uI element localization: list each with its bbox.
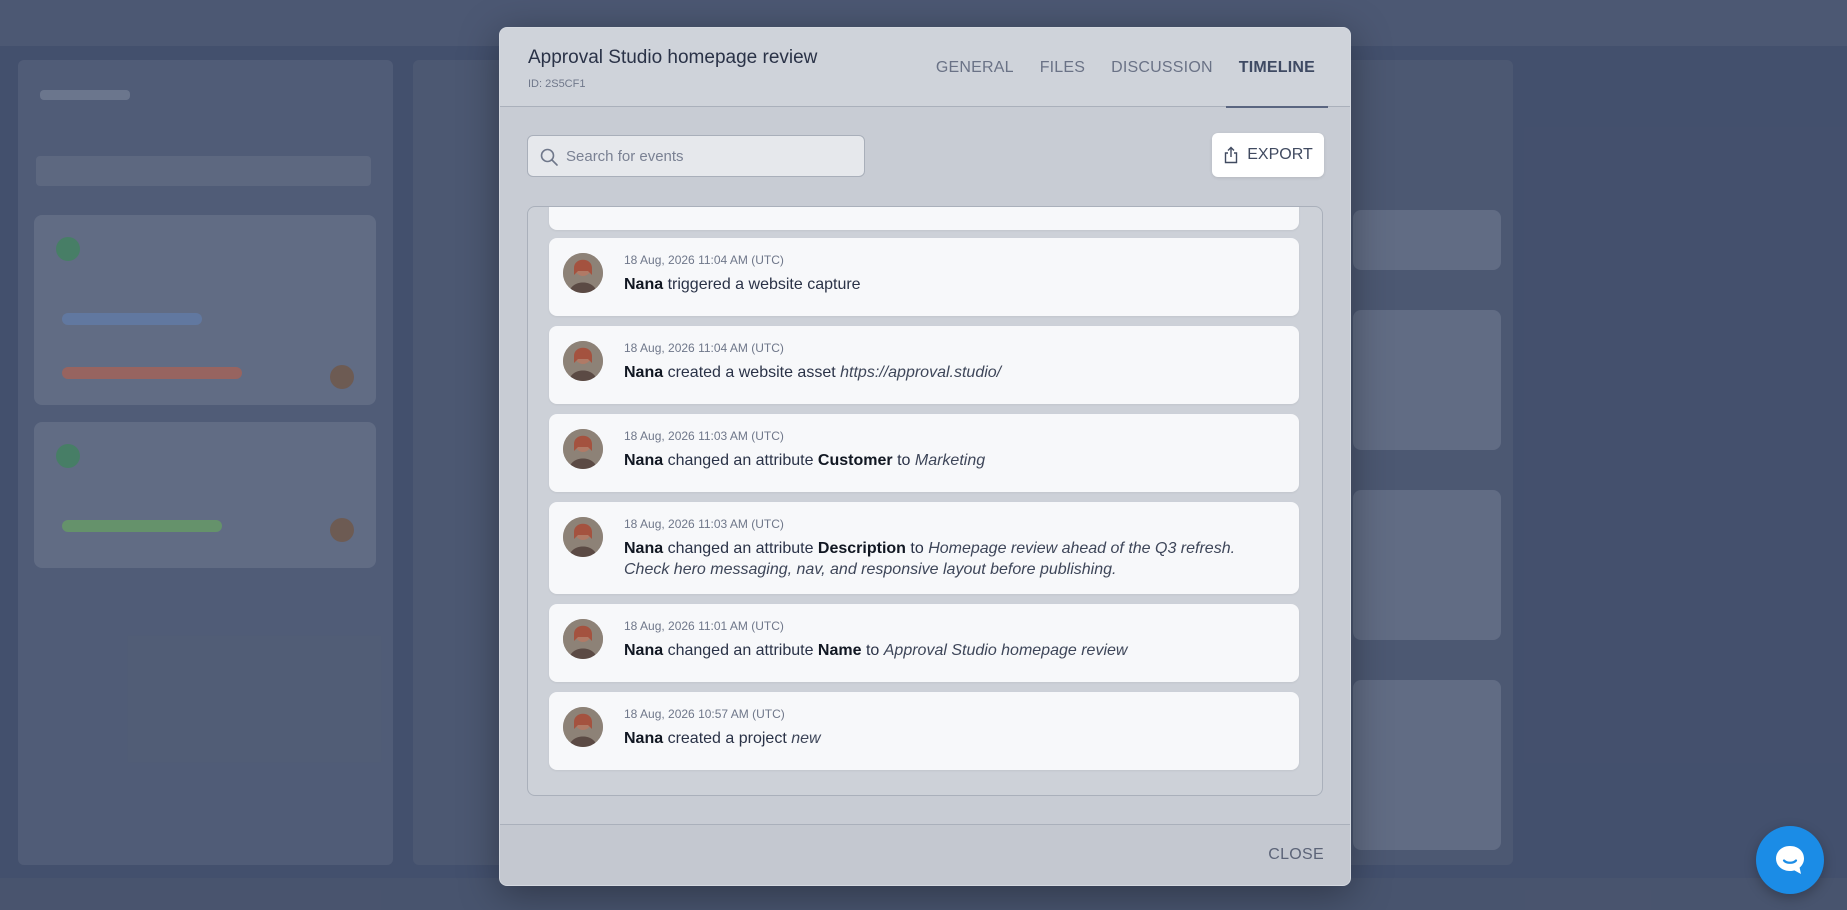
event-action: changed an attribute (667, 540, 814, 557)
tab-files[interactable]: FILES (1027, 28, 1098, 107)
event-action: changed an attribute (667, 452, 814, 469)
event-connector: to (865, 642, 880, 659)
chat-launcher-button[interactable] (1756, 826, 1824, 894)
user-avatar (563, 517, 603, 557)
project-details-modal: Approval Studio homepage review ID: 2S5C… (499, 27, 1351, 886)
timeline-event: 18 Aug, 2026 11:03 AM (UTC) Nana changed… (549, 414, 1299, 492)
tab-bar: GENERAL FILES DISCUSSION TIMELINE (923, 28, 1329, 108)
export-button[interactable]: EXPORT (1212, 133, 1324, 177)
user-avatar (563, 341, 603, 381)
timeline-event: 18 Aug, 2026 11:04 AM (UTC) Nana created… (549, 326, 1299, 404)
event-time: 18 Aug, 2026 11:04 AM (UTC) (624, 253, 784, 267)
event-search[interactable] (527, 135, 865, 177)
timeline-event: 18 Aug, 2026 11:03 AM (UTC) Nana changed… (549, 502, 1299, 594)
event-description: Nana created a website asset https://app… (624, 362, 1269, 383)
event-connector: to (910, 540, 924, 557)
timeline-event: 18 Aug, 2026 11:01 AM (UTC) Nana changed… (549, 604, 1299, 682)
close-button[interactable]: CLOSE (1268, 846, 1324, 864)
user-avatar (563, 707, 603, 747)
tab-discussion[interactable]: DISCUSSION (1098, 28, 1226, 107)
event-value: Marketing (914, 452, 986, 469)
event-value: new (791, 730, 821, 747)
event-value: https://approval.studio/ (840, 364, 1002, 381)
event-time: 18 Aug, 2026 11:04 AM (UTC) (624, 341, 784, 355)
user-avatar (563, 253, 603, 293)
event-user: Nana (624, 642, 664, 659)
event-attribute: Description (817, 540, 906, 557)
chat-bubble-icon (1776, 846, 1804, 874)
timeline-event (549, 207, 1299, 230)
event-user: Nana (624, 452, 664, 469)
event-value: Approval Studio homepage review (883, 642, 1128, 659)
timeline-event: 18 Aug, 2026 11:04 AM (UTC) Nana trigger… (549, 238, 1299, 316)
export-label: EXPORT (1247, 146, 1313, 163)
search-icon (540, 148, 558, 166)
timeline-event: 18 Aug, 2026 10:57 AM (UTC) Nana created… (549, 692, 1299, 770)
event-time: 18 Aug, 2026 11:03 AM (UTC) (624, 517, 784, 531)
event-time: 18 Aug, 2026 11:03 AM (UTC) (624, 429, 784, 443)
event-action: triggered a website capture (667, 276, 861, 293)
event-attribute: Customer (817, 452, 893, 469)
event-time: 18 Aug, 2026 11:01 AM (UTC) (624, 619, 784, 633)
event-description: Nana changed an attribute Description to… (624, 538, 1269, 580)
tab-timeline[interactable]: TIMELINE (1225, 28, 1329, 108)
modal-footer: CLOSE (500, 824, 1350, 885)
event-time: 18 Aug, 2026 10:57 AM (UTC) (624, 707, 785, 721)
event-action: created a project (667, 730, 787, 747)
event-user: Nana (624, 730, 664, 747)
search-input[interactable] (566, 136, 856, 176)
project-id: ID: 2S5CF1 (528, 78, 586, 90)
event-user: Nana (624, 364, 664, 381)
user-avatar (563, 429, 603, 469)
event-description: Nana changed an attribute Name to Approv… (624, 640, 1269, 661)
event-action: created a website asset (667, 364, 836, 381)
modal-body: EXPORT 18 Aug, 2026 11:04 AM (UTC) Nana … (500, 107, 1350, 824)
event-connector: to (897, 452, 911, 469)
event-description: Nana changed an attribute Customer to Ma… (624, 450, 1269, 471)
event-user: Nana (624, 540, 664, 557)
user-avatar (563, 619, 603, 659)
modal-header: Approval Studio homepage review ID: 2S5C… (500, 28, 1350, 108)
event-description: Nana created a project new (624, 728, 1269, 749)
tab-general[interactable]: GENERAL (923, 28, 1027, 107)
event-user: Nana (624, 276, 664, 293)
modal-title: Approval Studio homepage review (528, 47, 818, 68)
event-description: Nana triggered a website capture (624, 274, 1269, 295)
share-icon (1225, 146, 1238, 164)
timeline-list[interactable]: 18 Aug, 2026 11:04 AM (UTC) Nana trigger… (527, 206, 1323, 796)
event-action: changed an attribute (667, 642, 814, 659)
event-attribute: Name (817, 642, 862, 659)
